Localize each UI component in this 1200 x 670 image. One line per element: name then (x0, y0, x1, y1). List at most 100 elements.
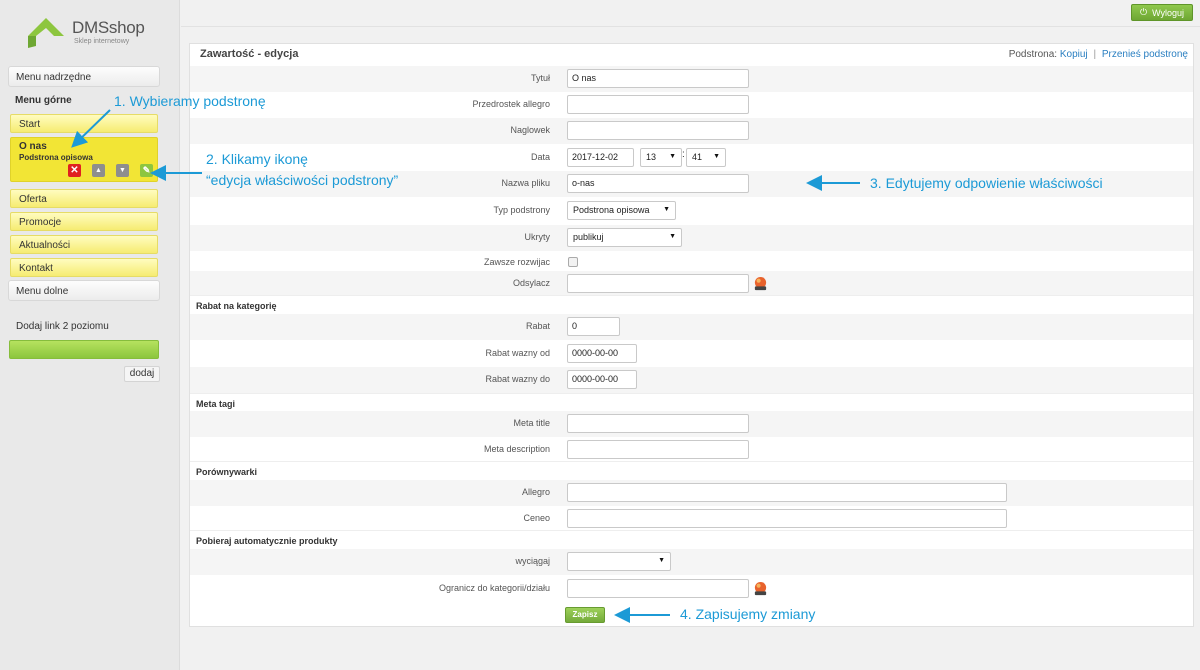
row-meta-description: Meta description (190, 437, 1193, 463)
move-subpage-link[interactable]: Przenieś podstronę (1102, 49, 1188, 60)
time-separator: : (682, 149, 685, 160)
annotation-step2b: “edycja właściwości podstrony” (206, 172, 399, 188)
add-link-label: Dodaj link 2 poziomu (16, 321, 109, 332)
logo-mark-icon (28, 18, 64, 48)
page-title: Zawartość - edycja (200, 48, 299, 60)
move-down-icon[interactable]: ▼ (116, 164, 129, 177)
globe-link-icon[interactable] (753, 581, 768, 596)
minute-select[interactable]: 41 ▼ (686, 148, 726, 167)
section-pobieraj: Pobieraj automatycznie produkty (190, 530, 1193, 551)
always-expand-checkbox[interactable] (568, 257, 578, 267)
field-label: Ogranicz do kategorii/działu (438, 583, 550, 593)
row-wyciagaj: wyciągaj ▼ (190, 549, 1193, 575)
add-link-input[interactable] (9, 340, 159, 359)
date-input[interactable]: 2017-12-02 (567, 148, 634, 167)
sidebar-item-kontakt[interactable]: Kontakt (10, 258, 158, 277)
field-label: wyciągaj (515, 556, 550, 566)
field-label: Przedrostek allegro (472, 99, 550, 109)
row-odsylacz: Odsylacz (190, 271, 1193, 297)
menu-parent[interactable]: Menu nadrzędne (8, 66, 160, 87)
meta-description-input[interactable] (567, 440, 749, 459)
subpage-label: Podstrona: (1008, 49, 1058, 60)
subpage-type-select[interactable]: Podstrona opisowa ▼ (567, 201, 676, 220)
minute-value: 41 (692, 152, 703, 162)
hidden-value: publikuj (573, 232, 604, 242)
field-label: Zawsze rozwijac (483, 257, 550, 267)
row-typ: Typ podstrony Podstrona opisowa ▼ (190, 198, 1193, 224)
limit-category-input[interactable] (567, 579, 749, 598)
edit-properties-icon[interactable]: ✎ (140, 164, 153, 177)
field-label: Nazwa pliku (501, 178, 550, 188)
field-label: Odsylacz (512, 278, 550, 288)
field-label: Meta description (483, 444, 550, 454)
subpage-type-value: Podstrona opisowa (573, 205, 650, 215)
logout-label: Wyloguj (1152, 7, 1185, 18)
sidebar-item-promocje[interactable]: Promocje (10, 212, 158, 231)
meta-title-input[interactable] (567, 414, 749, 433)
row-ukryty: Ukryty publikuj ▼ (190, 225, 1193, 251)
chevron-down-icon: ▼ (658, 557, 665, 564)
sidebar-item-label: O nas (19, 141, 47, 152)
row-allegro: Allegro (190, 480, 1193, 506)
section-porownywarki: Porównywarki (190, 461, 1193, 482)
move-up-icon[interactable]: ▲ (92, 164, 105, 177)
sidebar-item-sublabel: Podstrona opisowa (19, 153, 93, 162)
field-label: Ceneo (523, 513, 550, 523)
field-label: Data (530, 152, 550, 162)
field-label: Allegro (521, 487, 550, 497)
sidebar-item-aktualnosci[interactable]: Aktualności (10, 235, 158, 254)
sidebar-item-o-nas[interactable]: O nas Podstrona opisowa ✕ ▲ ▼ ✎ (10, 137, 158, 182)
item-actions: ✕ ▲ ▼ ✎ (68, 164, 153, 177)
discount-from-input[interactable]: 0000-00-00 (567, 344, 637, 363)
link-separator: | (1093, 49, 1097, 60)
chevron-down-icon: ▼ (669, 233, 676, 240)
row-rabat-do: Rabat wazny do 0000-00-00 (190, 367, 1193, 393)
top-divider (181, 26, 1200, 27)
discount-input[interactable]: 0 (567, 317, 620, 336)
extract-select[interactable]: ▼ (567, 552, 671, 571)
redirect-input[interactable] (567, 274, 749, 293)
power-icon: ⏻ (1139, 7, 1148, 17)
field-label: Meta title (513, 418, 550, 428)
row-meta-title: Meta title (190, 411, 1193, 437)
hidden-select[interactable]: publikuj ▼ (567, 228, 682, 247)
allegro-prefix-input[interactable] (567, 95, 749, 114)
annotation-step3: 3. Edytujemy odpowienie właściwości (870, 175, 1103, 191)
annotation-step4: 4. Zapisujemy zmiany (680, 606, 816, 622)
field-label: Tytuł (530, 73, 550, 83)
globe-link-icon[interactable] (753, 276, 768, 291)
discount-to-input[interactable]: 0000-00-00 (567, 370, 637, 389)
delete-icon[interactable]: ✕ (68, 164, 81, 177)
row-ceneo: Ceneo (190, 506, 1193, 532)
sidebar-item-oferta[interactable]: Oferta (10, 189, 158, 208)
logo-subtitle: Sklep internetowy (74, 38, 130, 45)
filename-input[interactable]: o-nas (567, 174, 749, 193)
field-label: Typ podstrony (493, 205, 550, 215)
chevron-down-icon: ▼ (663, 206, 670, 213)
row-rabat: Rabat 0 (190, 314, 1193, 340)
add-button[interactable]: dodaj (124, 366, 160, 382)
annotation-step2a: 2. Klikamy ikonę (206, 151, 308, 167)
title-input[interactable]: O nas (567, 69, 749, 88)
field-label: Rabat wazny od (485, 348, 550, 358)
logo[interactable]: DMSshop Sklep internetowy (24, 12, 164, 52)
field-label: Rabat (525, 321, 550, 331)
menu-bottom[interactable]: Menu dolne (8, 280, 160, 301)
allegro-input[interactable] (567, 483, 1007, 502)
chevron-down-icon: ▼ (669, 153, 676, 160)
save-button[interactable]: Zapisz (565, 607, 605, 623)
row-ogranicz: Ogranicz do kategorii/działu (190, 576, 1193, 602)
chevron-down-icon: ▼ (713, 153, 720, 160)
hour-select[interactable]: 13 ▼ (640, 148, 682, 167)
row-rabat-od: Rabat wazny od 0000-00-00 (190, 341, 1193, 367)
section-rabat: Rabat na kategorię (190, 295, 1193, 316)
annotation-step1: 1. Wybieramy podstronę (114, 93, 266, 109)
sidebar-item-start[interactable]: Start (10, 114, 158, 133)
header-input[interactable] (567, 121, 749, 140)
field-label: Naglowek (510, 125, 550, 135)
ceneo-input[interactable] (567, 509, 1007, 528)
logout-button[interactable]: ⏻ Wyloguj (1131, 4, 1193, 21)
row-naglowek: Naglowek (190, 118, 1193, 144)
copy-link[interactable]: Kopiuj (1060, 49, 1088, 60)
field-label: Ukryty (524, 232, 551, 242)
